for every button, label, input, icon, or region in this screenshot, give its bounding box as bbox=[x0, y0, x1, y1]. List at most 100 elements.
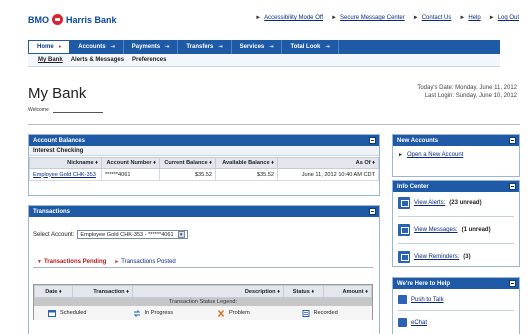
account-group-title: Interest Checking bbox=[29, 146, 379, 156]
welcome-line: Welcome bbox=[28, 106, 103, 113]
divider bbox=[398, 310, 514, 311]
tab-services[interactable]: Services ⇥ bbox=[232, 40, 283, 54]
echat-link[interactable]: eChat bbox=[411, 320, 427, 326]
tab-transfers[interactable]: Transfers ⇥ bbox=[178, 40, 232, 54]
new-accounts-panel: New Accounts ► Open a New Account bbox=[392, 134, 520, 177]
view-messages-link[interactable]: View Messages: bbox=[414, 227, 458, 233]
transactions-table: Date ♦ Transaction ♦ Description ♦ Statu… bbox=[33, 284, 373, 320]
utility-link-accessibility[interactable]: ► Accessibility Mode Off bbox=[255, 15, 323, 21]
minimize-icon[interactable] bbox=[369, 208, 376, 215]
view-alerts-link[interactable]: View Alerts: bbox=[414, 200, 445, 206]
minimize-icon[interactable] bbox=[509, 183, 516, 190]
dropdown-icon: ⇥ bbox=[269, 44, 274, 50]
dropdown-icon: ⇥ bbox=[110, 44, 115, 50]
tab-label: Payments bbox=[131, 44, 161, 50]
col-transaction[interactable]: Transaction ♦ bbox=[72, 285, 133, 298]
subtab-alerts-messages[interactable]: Alerts & Messages bbox=[71, 57, 124, 63]
utility-link-help[interactable]: ► Help bbox=[459, 15, 480, 21]
sub-nav: My Bank Alerts & Messages Preferences bbox=[28, 54, 500, 67]
table-header-row: Date ♦ Transaction ♦ Description ♦ Statu… bbox=[34, 285, 372, 298]
legend-label: In Progress bbox=[144, 310, 174, 316]
panel-title: Transactions bbox=[33, 208, 71, 215]
help-link[interactable]: Help bbox=[468, 15, 480, 21]
legend-recorded: Recorded bbox=[288, 309, 373, 317]
status-legend: Scheduled In Progress Problem Recorded bbox=[34, 306, 372, 320]
page-title: My Bank bbox=[28, 85, 87, 102]
push-to-talk-link[interactable]: Push to Talk bbox=[411, 297, 444, 303]
cell-nickname[interactable]: Employee Gold CHK-353 bbox=[29, 168, 102, 181]
log-out-link[interactable]: Log Out bbox=[498, 15, 519, 21]
select-account-label: Select Account: bbox=[33, 231, 75, 238]
login-dates: Today's Date: Monday, June 11, 2012 Last… bbox=[417, 84, 517, 100]
table-header-row: Nickname ♦ Account Number ♦ Current Bala… bbox=[29, 157, 379, 169]
col-account-number[interactable]: Account Number ♦ bbox=[101, 157, 160, 169]
triangle-right-icon: ► bbox=[114, 258, 120, 265]
panel-title: Account Balances bbox=[33, 137, 86, 144]
minimize-icon[interactable] bbox=[509, 137, 516, 144]
minimize-icon[interactable] bbox=[509, 280, 516, 287]
tab-total-look[interactable]: Total Look ⇥ bbox=[282, 40, 339, 54]
panel-title: New Accounts bbox=[397, 137, 439, 144]
col-description[interactable]: Description ♦ bbox=[132, 285, 284, 298]
open-new-account-link[interactable]: Open a New Account bbox=[407, 152, 463, 158]
info-item-alerts[interactable]: View Alerts: (23 unread) bbox=[393, 197, 519, 209]
table-row: Employee Gold CHK-353 ******4061 $35.52 … bbox=[29, 168, 379, 181]
subtab-my-bank[interactable]: My Bank bbox=[38, 57, 63, 63]
utility-link-logout[interactable]: ► Log Out bbox=[489, 15, 519, 21]
utility-link-contact[interactable]: ► Contact Us bbox=[413, 15, 452, 21]
account-select[interactable]: Employee Gold CHK-353 - ******4061 ▾ bbox=[77, 230, 188, 239]
col-available-balance[interactable]: Available Balance ♦ bbox=[215, 157, 278, 169]
utility-link-secure[interactable]: ► Secure Message Center bbox=[331, 15, 405, 21]
reminder-icon bbox=[398, 251, 410, 263]
messages-count: (1 unread) bbox=[461, 227, 491, 233]
tab-transactions-posted[interactable]: ► Transactions Posted bbox=[110, 257, 179, 266]
contact-us-link[interactable]: Contact Us bbox=[422, 15, 452, 21]
tabs-divider bbox=[33, 267, 373, 268]
tab-label: Transfers bbox=[186, 44, 214, 50]
chat-icon bbox=[398, 318, 407, 327]
info-item-reminders[interactable]: View Reminders: (3) bbox=[393, 251, 519, 263]
col-current-balance[interactable]: Current Balance ♦ bbox=[159, 157, 216, 169]
tab-label: Transactions Pending bbox=[43, 258, 107, 265]
cell-as-of: June 11, 2012 10:40 AM CDT bbox=[277, 168, 379, 181]
legend-title: Transaction Status Legend: bbox=[34, 298, 372, 306]
info-item-messages[interactable]: View Messages: (1 unread) bbox=[393, 224, 519, 236]
tab-payments[interactable]: Payments ⇥ bbox=[124, 40, 179, 54]
account-nickname-link[interactable]: Employee Gold CHK-353 bbox=[33, 172, 96, 178]
dropdown-icon: ♦ bbox=[58, 44, 62, 50]
col-nickname[interactable]: Nickname ♦ bbox=[29, 157, 102, 169]
arrow-right-icon: ► bbox=[412, 15, 419, 21]
info-center-panel: Info Center View Alerts: (23 unread) Vie… bbox=[392, 180, 520, 267]
help-item-echat[interactable]: eChat bbox=[393, 318, 519, 327]
alerts-count: (23 unread) bbox=[449, 200, 482, 206]
bmo-harris-logo[interactable]: BMO Harris Bank bbox=[28, 14, 117, 25]
col-status[interactable]: Status ♦ bbox=[283, 285, 324, 298]
tab-home[interactable]: Home ♦ bbox=[28, 40, 71, 54]
legend-label: Scheduled bbox=[60, 310, 87, 316]
col-amount[interactable]: Amount ♦ bbox=[323, 285, 372, 298]
tab-accounts[interactable]: Accounts ⇥ bbox=[70, 40, 124, 54]
minimize-icon[interactable] bbox=[369, 137, 376, 144]
legend-problem: Problem bbox=[203, 309, 288, 317]
chevron-down-icon: ▾ bbox=[177, 231, 185, 238]
help-item-push-to-talk[interactable]: Push to Talk bbox=[393, 295, 519, 304]
tab-transactions-pending[interactable]: ▼ Transactions Pending bbox=[33, 257, 110, 266]
panel-title: Info Center bbox=[397, 183, 429, 190]
redacted-name bbox=[52, 106, 103, 113]
transactions-panel: Transactions Select Account: Employee Go… bbox=[28, 205, 380, 334]
col-as-of[interactable]: As Of ♦ bbox=[277, 157, 379, 169]
tab-label: Accounts bbox=[78, 44, 106, 50]
accessibility-link[interactable]: Accessibility Mode Off bbox=[264, 15, 323, 21]
view-reminders-link[interactable]: View Reminders: bbox=[414, 254, 459, 260]
subtab-preferences[interactable]: Preferences bbox=[132, 57, 166, 63]
panel-header: Account Balances bbox=[29, 135, 379, 146]
secure-message-link[interactable]: Secure Message Center bbox=[340, 15, 405, 21]
legend-in-progress: In Progress bbox=[119, 309, 204, 317]
tab-label: Total Look bbox=[290, 44, 321, 50]
phone-icon bbox=[398, 295, 407, 304]
open-account-row[interactable]: ► Open a New Account bbox=[393, 152, 519, 158]
cell-available-balance: $35.52 bbox=[215, 168, 278, 181]
panel-header: We're Here to Help bbox=[393, 278, 519, 289]
divider bbox=[398, 216, 514, 217]
col-date[interactable]: Date ♦ bbox=[34, 285, 73, 298]
